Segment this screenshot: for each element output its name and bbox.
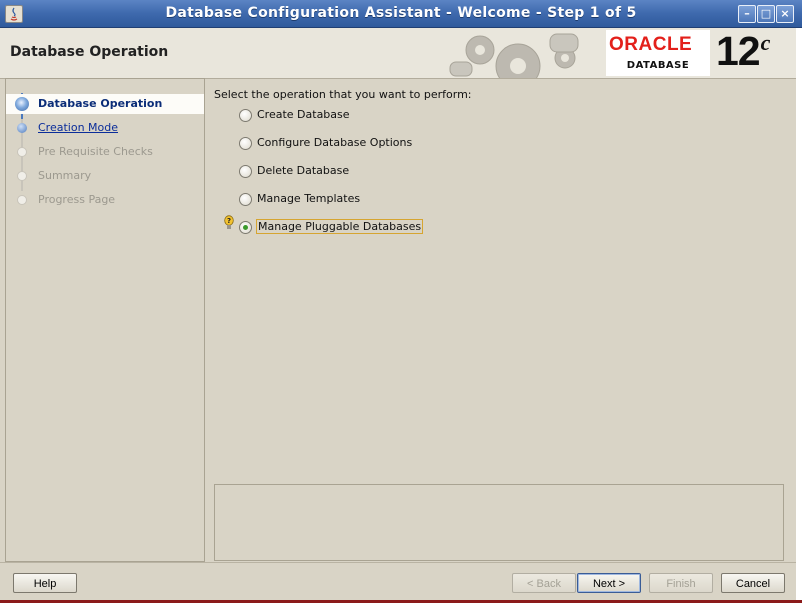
option-label[interactable]: Manage Pluggable Databases: [256, 219, 424, 234]
option-label[interactable]: Configure Database Options: [256, 136, 413, 149]
wizard-footer: Help < Back Next > Finish Cancel: [0, 562, 796, 604]
svg-text:?: ?: [227, 217, 231, 225]
step-node-icon: [17, 171, 27, 181]
step-label: Summary: [38, 169, 92, 182]
maximize-button[interactable]: □: [757, 5, 775, 23]
window-title: Database Configuration Assistant - Welco…: [165, 5, 637, 21]
operation-panel: Select the operation that you want to pe…: [204, 78, 796, 561]
step-pre-requisite-checks: Pre Requisite Checks: [6, 142, 204, 162]
close-icon: ×: [780, 7, 790, 20]
step-progress-page: Progress Page: [6, 190, 204, 210]
version-number: 12: [716, 28, 761, 74]
configure-database-options-radio[interactable]: [239, 137, 252, 150]
help-button[interactable]: Help: [13, 573, 77, 593]
maximize-icon: □: [760, 7, 772, 20]
wizard-window: Database Operation ORACLE DATABASE 12c D…: [0, 28, 796, 603]
page-title: Database Operation: [10, 44, 169, 60]
step-label: Database Operation: [38, 97, 163, 110]
step-node-icon: [17, 195, 27, 205]
window-titlebar[interactable]: Database Configuration Assistant - Welco…: [0, 0, 802, 28]
gears-graphic-icon: [449, 33, 579, 78]
manage-templates-radio[interactable]: [239, 193, 252, 206]
oracle-logo: ORACLE DATABASE: [606, 30, 710, 76]
minimize-icon: –: [744, 7, 750, 20]
step-summary: Summary: [6, 166, 204, 186]
option-label[interactable]: Delete Database: [256, 164, 350, 177]
wizard-header: Database Operation ORACLE DATABASE 12c: [0, 28, 796, 79]
version-suffix: c: [760, 30, 771, 55]
oracle-wordmark: ORACLE: [609, 34, 693, 55]
delete-database-radio[interactable]: [239, 165, 252, 178]
create-database-radio[interactable]: [239, 109, 252, 122]
next-button[interactable]: Next >: [577, 573, 641, 593]
back-button[interactable]: < Back: [512, 573, 576, 593]
current-step-icon: [15, 97, 29, 111]
minimize-button[interactable]: –: [738, 5, 756, 23]
step-label[interactable]: Creation Mode: [38, 118, 118, 138]
manage-pluggable-databases-radio[interactable]: [239, 221, 252, 234]
step-node-icon: [17, 147, 27, 157]
step-database-operation: Database Operation: [6, 94, 204, 114]
close-button[interactable]: ×: [776, 5, 794, 23]
instruction-text: Select the operation that you want to pe…: [214, 88, 472, 101]
background-window-edge: [796, 28, 802, 603]
lightbulb-hint-icon[interactable]: ?: [224, 215, 234, 231]
step-creation-mode[interactable]: Creation Mode: [6, 118, 204, 138]
cancel-button[interactable]: Cancel: [721, 573, 785, 593]
step-node-icon: [17, 123, 27, 133]
finish-button[interactable]: Finish: [649, 573, 713, 593]
product-name: DATABASE: [626, 60, 690, 71]
option-label[interactable]: Create Database: [256, 108, 351, 121]
version-badge: 12c: [716, 28, 771, 75]
steps-sidebar: Database Operation Creation Mode Pre Req…: [5, 78, 205, 562]
step-label: Pre Requisite Checks: [38, 145, 153, 158]
step-label: Progress Page: [38, 193, 116, 206]
description-area: [214, 484, 784, 561]
option-label[interactable]: Manage Templates: [256, 192, 361, 205]
